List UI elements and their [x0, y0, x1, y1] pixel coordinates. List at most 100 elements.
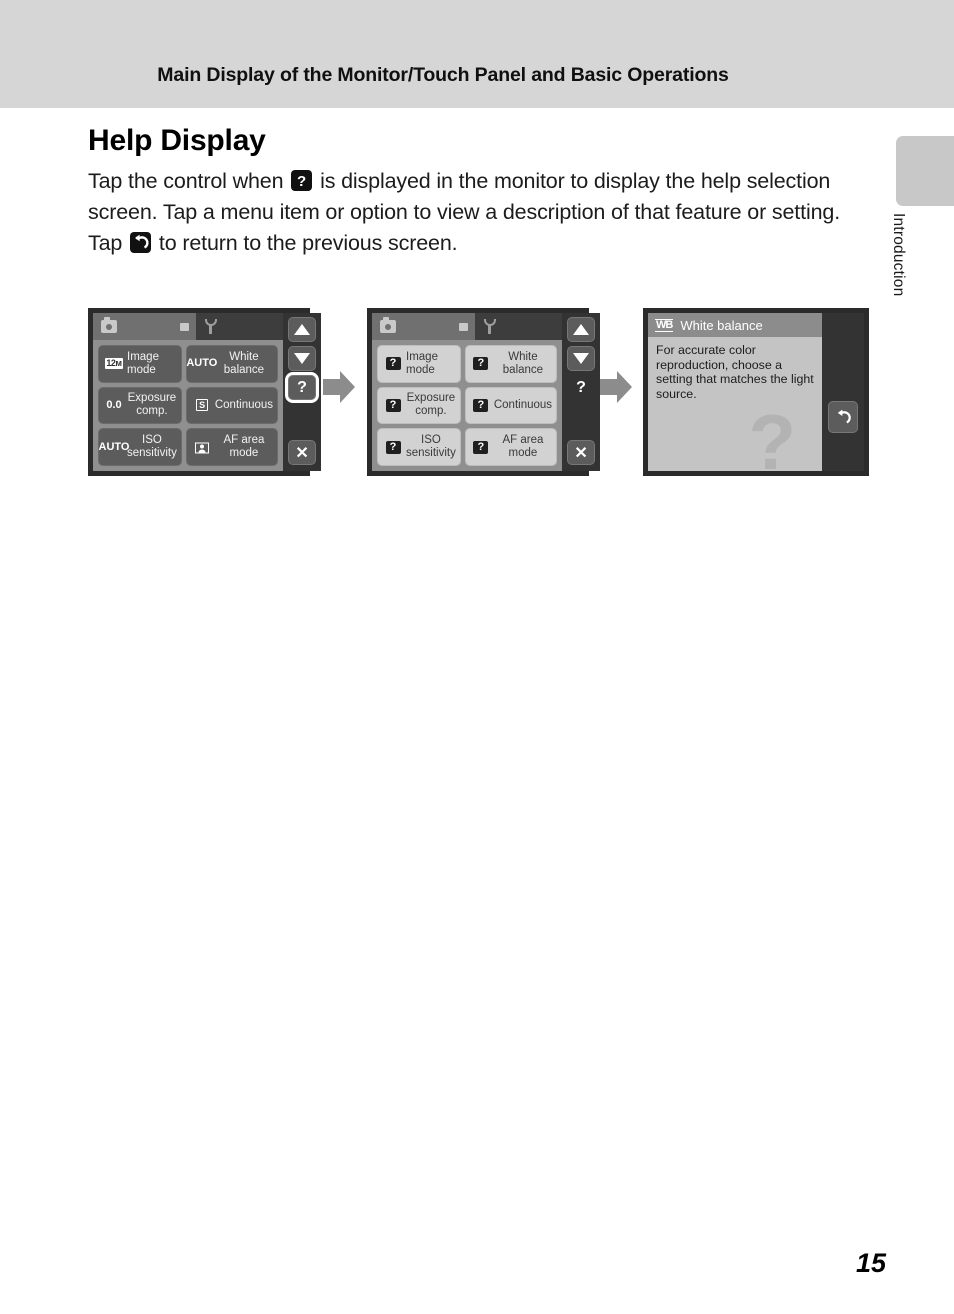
menu-item-label: Image mode [406, 350, 438, 376]
help-question-watermark-icon: ? [748, 398, 796, 471]
camera-screen-help-description: WB White balance For accurate color repr… [643, 308, 869, 476]
menu-item-label: White balance [502, 350, 544, 376]
close-button[interactable]: ✕ [567, 440, 596, 465]
return-arrow-icon [130, 232, 152, 253]
right-arrow-icon [323, 370, 356, 404]
up-arrow-icon [294, 324, 311, 335]
screen-control-rail: ? ✕ [283, 313, 322, 471]
auto-wb-icon: AUTO [186, 357, 218, 370]
single-shot-icon: S [191, 399, 213, 412]
body-text-segment-4: to return to the previous screen. [158, 231, 458, 255]
close-button[interactable]: ✕ [288, 440, 317, 465]
menu-item-image-mode[interactable]: 12м Image mode [98, 345, 182, 383]
page-header-band: Main Display of the Monitor/Touch Panel … [0, 0, 954, 108]
page-header-title: Main Display of the Monitor/Touch Panel … [157, 64, 729, 86]
menu-item-white-balance[interactable]: AUTO White balance [185, 345, 279, 383]
page-number: 15 [855, 1248, 886, 1278]
menu-item-exposure-comp[interactable]: ? Exposure comp. [377, 386, 461, 425]
help-description-text: For accurate color reproduction, choose … [656, 343, 814, 401]
scroll-down-button[interactable] [288, 346, 317, 371]
white-balance-icon: WB [655, 318, 673, 332]
down-arrow-icon [573, 353, 590, 364]
menu-item-white-balance[interactable]: ? White balance [464, 345, 558, 383]
help-panel: WB White balance For accurate color repr… [648, 313, 822, 471]
section-tab-label: Introduction [890, 213, 907, 297]
menu-item-label: Exposure comp. [406, 392, 456, 418]
image-mode-icon: 12м [105, 358, 123, 370]
screen-content-area: ? Image mode ? White balance ? Exposure … [372, 313, 563, 471]
help-question-icon: ? [382, 398, 404, 412]
exposure-value-icon: 0.0 [106, 398, 122, 411]
movie-icon [459, 322, 468, 331]
menu-tab-bar [372, 313, 563, 340]
scroll-down-button[interactable] [567, 346, 596, 371]
menu-item-af-area-mode[interactable]: ? AF area mode [464, 428, 558, 466]
help-question-icon: ? [382, 357, 404, 371]
help-question-icon: ? [470, 440, 492, 454]
right-arrow-icon [600, 370, 633, 404]
menu-item-label: ISO sensitivity [406, 434, 456, 460]
screen-content-area: 12м Image mode AUTO White balance 0.0 Ex… [93, 313, 284, 471]
face-priority-icon [191, 441, 213, 454]
up-arrow-icon [573, 324, 590, 335]
menu-item-exposure-comp[interactable]: 0.0 Exposure comp. [98, 386, 182, 425]
body-text-segment-3: Tap [88, 231, 123, 255]
menu-tab-bar [93, 313, 284, 340]
scroll-up-button[interactable] [288, 317, 317, 342]
down-arrow-icon [294, 353, 311, 364]
menu-item-label: Continuous [493, 398, 553, 411]
camera-screen-shooting-menu: 12м Image mode AUTO White balance 0.0 Ex… [88, 308, 322, 476]
help-question-icon: ? [470, 398, 492, 412]
help-question-icon: ? [470, 357, 492, 371]
menu-item-label: AF area mode [502, 434, 544, 460]
camera-icon [101, 317, 117, 333]
help-question-icon: ? [382, 440, 404, 454]
tab-setup-menu[interactable] [196, 313, 250, 340]
menu-grid: ? Image mode ? White balance ? Exposure … [372, 340, 562, 471]
menu-item-label: Image mode [127, 350, 159, 376]
menu-item-label: Exposure comp. [127, 392, 177, 418]
back-button[interactable] [828, 401, 858, 433]
tab-shooting-menu[interactable] [372, 313, 475, 340]
page-title: Help Display [88, 124, 266, 157]
help-question-icon: ? [297, 378, 307, 396]
svg-text:?: ? [297, 173, 306, 190]
tab-setup-menu[interactable] [475, 313, 529, 340]
body-text-segment-1: Tap the control when [88, 169, 284, 193]
section-tab-marker [896, 136, 954, 206]
tab-shooting-menu[interactable] [93, 313, 196, 340]
menu-grid: 12м Image mode AUTO White balance 0.0 Ex… [93, 340, 283, 471]
help-button[interactable]: ? [285, 372, 320, 403]
close-x-icon: ✕ [295, 444, 309, 462]
menu-item-iso-sensitivity[interactable]: AUTO ISO sensitivity [98, 428, 182, 466]
body-paragraph: Tap the control when ? is displayed in t… [88, 166, 878, 259]
scroll-up-button[interactable] [567, 317, 596, 342]
return-arrow-icon [837, 409, 851, 424]
menu-item-iso-sensitivity[interactable]: ? ISO sensitivity [377, 428, 461, 466]
help-title-bar: WB White balance [648, 313, 822, 337]
help-question-icon: ? [291, 170, 313, 191]
menu-item-image-mode[interactable]: ? Image mode [377, 345, 461, 383]
figure-screen-sequence: 12м Image mode AUTO White balance 0.0 Ex… [88, 308, 878, 480]
wrench-icon [205, 319, 217, 334]
menu-item-label: ISO sensitivity [127, 434, 177, 460]
menu-item-af-area-mode[interactable]: AF area mode [185, 428, 279, 466]
movie-icon [180, 322, 189, 331]
help-button[interactable]: ? [567, 375, 596, 400]
close-x-icon: ✕ [574, 444, 588, 462]
menu-item-label: AF area mode [223, 434, 265, 460]
menu-item-continuous[interactable]: ? Continuous [464, 386, 558, 425]
menu-item-label: Continuous [214, 398, 274, 411]
camera-icon [380, 317, 396, 333]
screen-control-rail [822, 313, 864, 471]
body-paragraph-line-1: Tap the control when ? is displayed in t… [88, 166, 878, 228]
body-paragraph-line-2: Tap to return to the previous screen. [88, 228, 878, 259]
camera-screen-help-selection: ? Image mode ? White balance ? Exposure … [367, 308, 601, 476]
screen-control-rail: ? ✕ [562, 313, 601, 471]
menu-item-continuous[interactable]: S Continuous [185, 386, 279, 425]
help-title-text: White balance [680, 317, 763, 333]
help-question-icon: ? [576, 378, 586, 396]
auto-iso-icon: AUTO [98, 440, 130, 453]
menu-item-label: White balance [223, 350, 265, 376]
wrench-icon [484, 319, 496, 334]
